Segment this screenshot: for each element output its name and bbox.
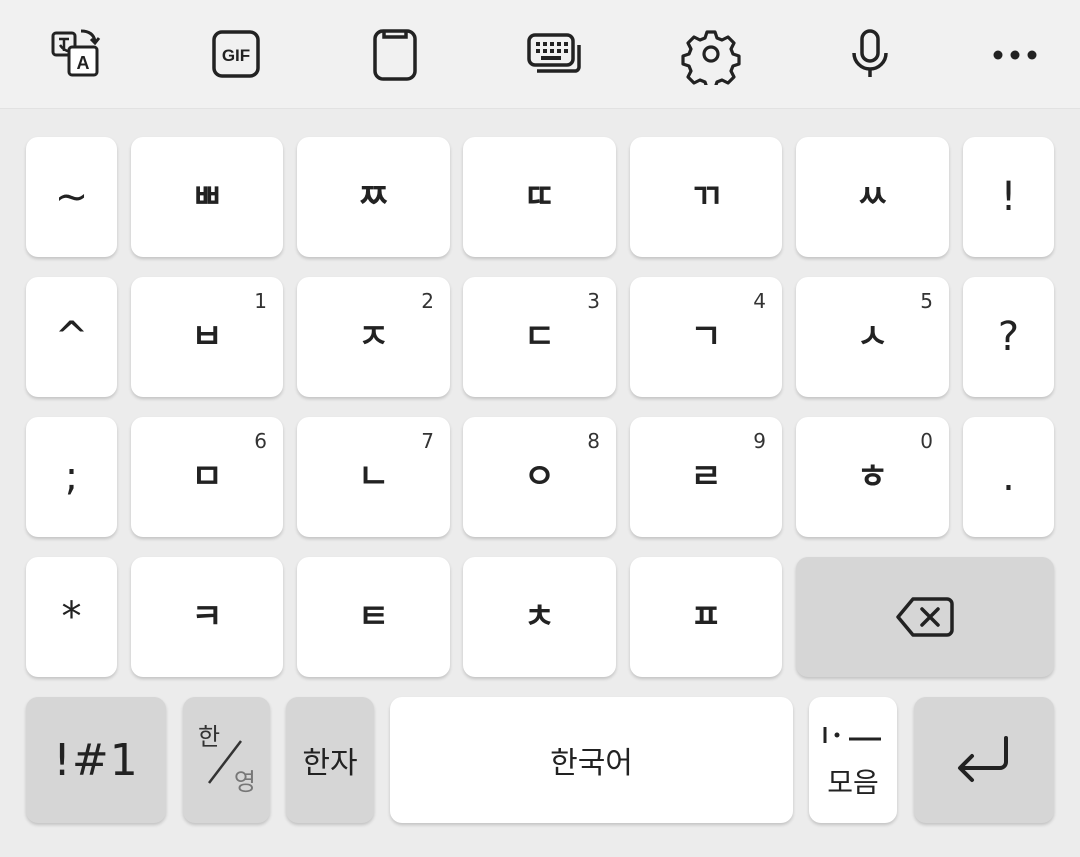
vowel-strokes-icon bbox=[823, 727, 881, 743]
symbols-key[interactable]: !#1 bbox=[26, 697, 166, 823]
key-mieum[interactable]: 6ㅁ bbox=[131, 417, 283, 537]
key-label: ㅈ bbox=[357, 317, 390, 357]
clipboard-button[interactable] bbox=[363, 22, 427, 86]
key-label: ㄲ bbox=[690, 177, 722, 217]
key-label: ? bbox=[997, 314, 1020, 360]
clipboard-icon bbox=[373, 29, 417, 81]
key-kieuk[interactable]: ㅋ bbox=[131, 557, 283, 677]
key-nieun[interactable]: 7ㄴ bbox=[297, 417, 450, 537]
key-tilde[interactable]: ~ bbox=[26, 137, 117, 257]
key-hint: 6 bbox=[254, 429, 267, 453]
key-caret[interactable]: ^ bbox=[26, 277, 117, 397]
key-pieup[interactable]: ㅍ bbox=[630, 557, 782, 677]
key-label: ㄴ bbox=[357, 457, 390, 497]
key-label: ㄹ bbox=[690, 457, 722, 497]
voice-input-button[interactable] bbox=[838, 22, 902, 86]
key-label: ㅉ bbox=[357, 177, 390, 217]
key-hint: 8 bbox=[587, 429, 600, 453]
key-question[interactable]: ? bbox=[963, 277, 1054, 397]
gif-button[interactable]: GIF bbox=[204, 22, 268, 86]
key-hieut[interactable]: 0ㅎ bbox=[796, 417, 949, 537]
keyboard-mode-icon bbox=[527, 33, 581, 73]
vowel-key[interactable]: 모음 bbox=[809, 697, 897, 823]
translate-button[interactable]: A bbox=[46, 22, 110, 86]
key-label: ㅊ bbox=[523, 597, 556, 637]
key-label: 모음 bbox=[827, 766, 879, 799]
key-label: ㅂ bbox=[191, 317, 223, 357]
key-label: ㅁ bbox=[191, 457, 223, 497]
hanja-key[interactable]: 한자 bbox=[286, 697, 374, 823]
key-label: ㅌ bbox=[357, 597, 390, 637]
key-label: * bbox=[61, 594, 82, 640]
key-ssanggiyeok[interactable]: ㄲ bbox=[630, 137, 782, 257]
key-hint: 0 bbox=[920, 429, 933, 453]
language-toggle-key[interactable]: 한 영 bbox=[183, 697, 270, 823]
key-label: . bbox=[1002, 454, 1015, 500]
key-label: ㄷ bbox=[523, 317, 556, 357]
key-label: ㅆ bbox=[856, 177, 889, 217]
key-siot[interactable]: 5ㅅ bbox=[796, 277, 949, 397]
key-label: ㄱ bbox=[690, 317, 722, 357]
key-giyeok[interactable]: 4ㄱ bbox=[630, 277, 782, 397]
key-hint: 1 bbox=[254, 289, 267, 313]
key-jieut[interactable]: 2ㅈ bbox=[297, 277, 450, 397]
keyboard-mode-button[interactable] bbox=[522, 22, 586, 86]
lang-english-label: 영 bbox=[233, 768, 256, 796]
key-label: 한자 bbox=[302, 746, 358, 781]
key-tieut[interactable]: ㅌ bbox=[297, 557, 450, 677]
key-hint: 5 bbox=[920, 289, 933, 313]
key-ieung[interactable]: 8ㅇ bbox=[463, 417, 616, 537]
translate-icon: A bbox=[51, 29, 101, 77]
key-chieut[interactable]: ㅊ bbox=[463, 557, 616, 677]
backspace-key[interactable] bbox=[796, 557, 1054, 677]
key-semicolon[interactable]: ; bbox=[26, 417, 117, 537]
key-label: ! bbox=[1000, 174, 1017, 220]
more-options-button[interactable] bbox=[983, 22, 1047, 86]
more-icon bbox=[993, 50, 1037, 60]
backspace-icon bbox=[896, 597, 954, 637]
svg-text:A: A bbox=[77, 53, 90, 73]
key-period[interactable]: . bbox=[963, 417, 1054, 537]
key-digeut[interactable]: 3ㄷ bbox=[463, 277, 616, 397]
key-label: 한국어 bbox=[550, 746, 633, 781]
key-exclamation[interactable]: ! bbox=[963, 137, 1054, 257]
key-hint: 4 bbox=[753, 289, 766, 313]
key-label: ㅍ bbox=[690, 597, 722, 637]
key-rieul[interactable]: 9ㄹ bbox=[630, 417, 782, 537]
enter-icon bbox=[958, 736, 1008, 782]
settings-icon bbox=[681, 30, 741, 85]
key-hint: 7 bbox=[421, 429, 434, 453]
key-label: ; bbox=[64, 454, 79, 500]
key-label: ㅅ bbox=[856, 317, 889, 357]
microphone-icon bbox=[852, 29, 888, 77]
key-label: ㅃ bbox=[191, 177, 223, 217]
key-ssangdigeut[interactable]: ㄸ bbox=[463, 137, 616, 257]
enter-key[interactable] bbox=[914, 697, 1054, 823]
key-label: ^ bbox=[54, 314, 89, 360]
key-hint: 2 bbox=[421, 289, 434, 313]
svg-text:GIF: GIF bbox=[222, 46, 250, 65]
key-label: ㅋ bbox=[191, 597, 223, 637]
key-hint: 3 bbox=[587, 289, 600, 313]
key-ssangjieut[interactable]: ㅉ bbox=[297, 137, 450, 257]
settings-button[interactable] bbox=[679, 22, 743, 86]
key-asterisk[interactable]: * bbox=[26, 557, 117, 677]
key-hint: 9 bbox=[753, 429, 766, 453]
key-bieup[interactable]: 1ㅂ bbox=[131, 277, 283, 397]
key-ssangsiot[interactable]: ㅆ bbox=[796, 137, 949, 257]
key-ssangbieup[interactable]: ㅃ bbox=[131, 137, 283, 257]
gif-icon: GIF bbox=[212, 30, 260, 78]
key-label: !#1 bbox=[53, 734, 139, 786]
key-label: ㅎ bbox=[856, 457, 889, 497]
keyboard-toolbar: A GIF bbox=[0, 0, 1080, 109]
key-label: ㄸ bbox=[523, 177, 556, 217]
key-label: ~ bbox=[54, 174, 89, 220]
key-label: ㅇ bbox=[523, 457, 556, 497]
space-key[interactable]: 한국어 bbox=[390, 697, 793, 823]
